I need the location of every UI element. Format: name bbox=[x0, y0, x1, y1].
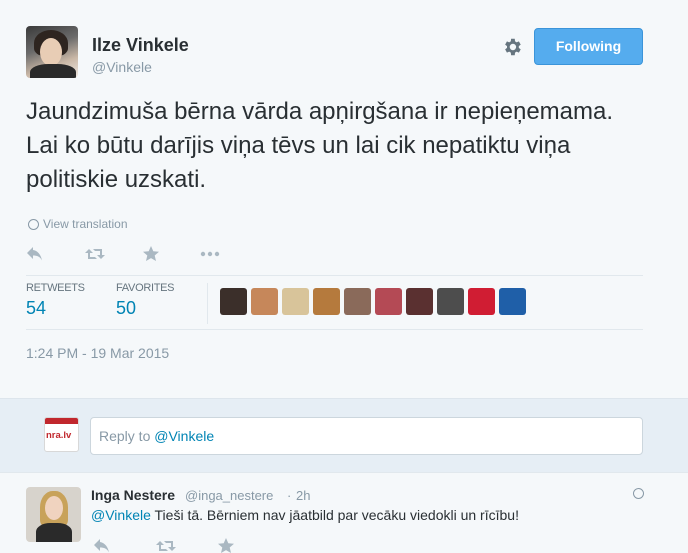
main-tweet: Ilze Vinkele @Vinkele Following Jaundzim… bbox=[0, 0, 688, 398]
globe-icon[interactable] bbox=[633, 488, 644, 499]
separator-dot: · bbox=[287, 488, 292, 503]
more-icon[interactable] bbox=[200, 244, 258, 264]
retweet-icon[interactable] bbox=[155, 537, 217, 553]
reply-placeholder: Reply to bbox=[99, 428, 155, 444]
favorite-icon[interactable] bbox=[217, 537, 279, 553]
favorites-label: FAVORITES bbox=[116, 282, 175, 294]
retweets-count: 54 bbox=[26, 298, 47, 318]
view-translation-link[interactable]: View translation bbox=[28, 217, 128, 231]
reply-tweet: Inga Nestere @inga_nestere · 2h @Vinkele… bbox=[0, 472, 688, 553]
retweets-label: RETWEETS bbox=[26, 282, 85, 294]
retweet-icon[interactable] bbox=[84, 244, 142, 264]
author-handle[interactable]: @Vinkele bbox=[92, 59, 152, 75]
favoriter-avatar[interactable] bbox=[344, 288, 371, 315]
reply-placeholder-mention: @Vinkele bbox=[154, 428, 215, 444]
tweet-actions bbox=[26, 244, 258, 264]
favoriter-avatar[interactable] bbox=[468, 288, 495, 315]
stats-separator bbox=[207, 283, 208, 324]
divider bbox=[26, 329, 643, 330]
nra-logo: nra.lv bbox=[44, 417, 79, 452]
divider bbox=[26, 275, 643, 276]
tweet-timestamp[interactable]: 1:24 PM - 19 Mar 2015 bbox=[26, 345, 169, 361]
favoriter-avatar[interactable] bbox=[375, 288, 402, 315]
reply-icon[interactable] bbox=[93, 537, 155, 553]
reply-text: @Vinkele Tieši tā. Bērniem nav jāatbild … bbox=[91, 507, 519, 523]
reply-mention[interactable]: @Vinkele bbox=[91, 507, 151, 523]
author-name[interactable]: Ilze Vinkele bbox=[92, 35, 189, 56]
following-button[interactable]: Following bbox=[534, 28, 643, 65]
reply-actions bbox=[93, 537, 279, 553]
reply-composer: nra.lv Reply to @Vinkele bbox=[0, 398, 688, 472]
reply-author-name[interactable]: Inga Nestere bbox=[91, 487, 175, 503]
nra-logo-text: nra.lv bbox=[46, 430, 72, 441]
favoriter-avatar[interactable] bbox=[220, 288, 247, 315]
view-translation-label: View translation bbox=[43, 217, 128, 231]
reply-body: Tieši tā. Bērniem nav jāatbild par vecāk… bbox=[150, 507, 519, 523]
reply-input[interactable]: Reply to @Vinkele bbox=[90, 417, 643, 455]
favorite-icon[interactable] bbox=[142, 244, 200, 264]
reply-time[interactable]: 2h bbox=[296, 488, 310, 503]
favoriter-avatar[interactable] bbox=[499, 288, 526, 315]
favoriter-avatar[interactable] bbox=[437, 288, 464, 315]
favoriter-avatar[interactable] bbox=[251, 288, 278, 315]
reply-author-handle[interactable]: @inga_nestere bbox=[185, 488, 273, 503]
globe-icon bbox=[28, 218, 39, 230]
favoriter-avatars bbox=[220, 288, 526, 315]
reply-author-avatar[interactable] bbox=[26, 487, 81, 542]
retweets-stat[interactable]: RETWEETS 54 bbox=[26, 282, 85, 319]
favoriter-avatar[interactable] bbox=[282, 288, 309, 315]
favorites-count: 50 bbox=[116, 298, 137, 318]
favoriter-avatar[interactable] bbox=[313, 288, 340, 315]
tweet-text: Jaundzimuša bērna vārda apņirgšana ir ne… bbox=[26, 98, 614, 193]
favoriter-avatar[interactable] bbox=[406, 288, 433, 315]
reply-icon[interactable] bbox=[26, 244, 84, 264]
favorites-stat[interactable]: FAVORITES 50 bbox=[116, 282, 175, 319]
gear-icon[interactable] bbox=[501, 36, 523, 58]
author-avatar[interactable] bbox=[26, 26, 78, 78]
